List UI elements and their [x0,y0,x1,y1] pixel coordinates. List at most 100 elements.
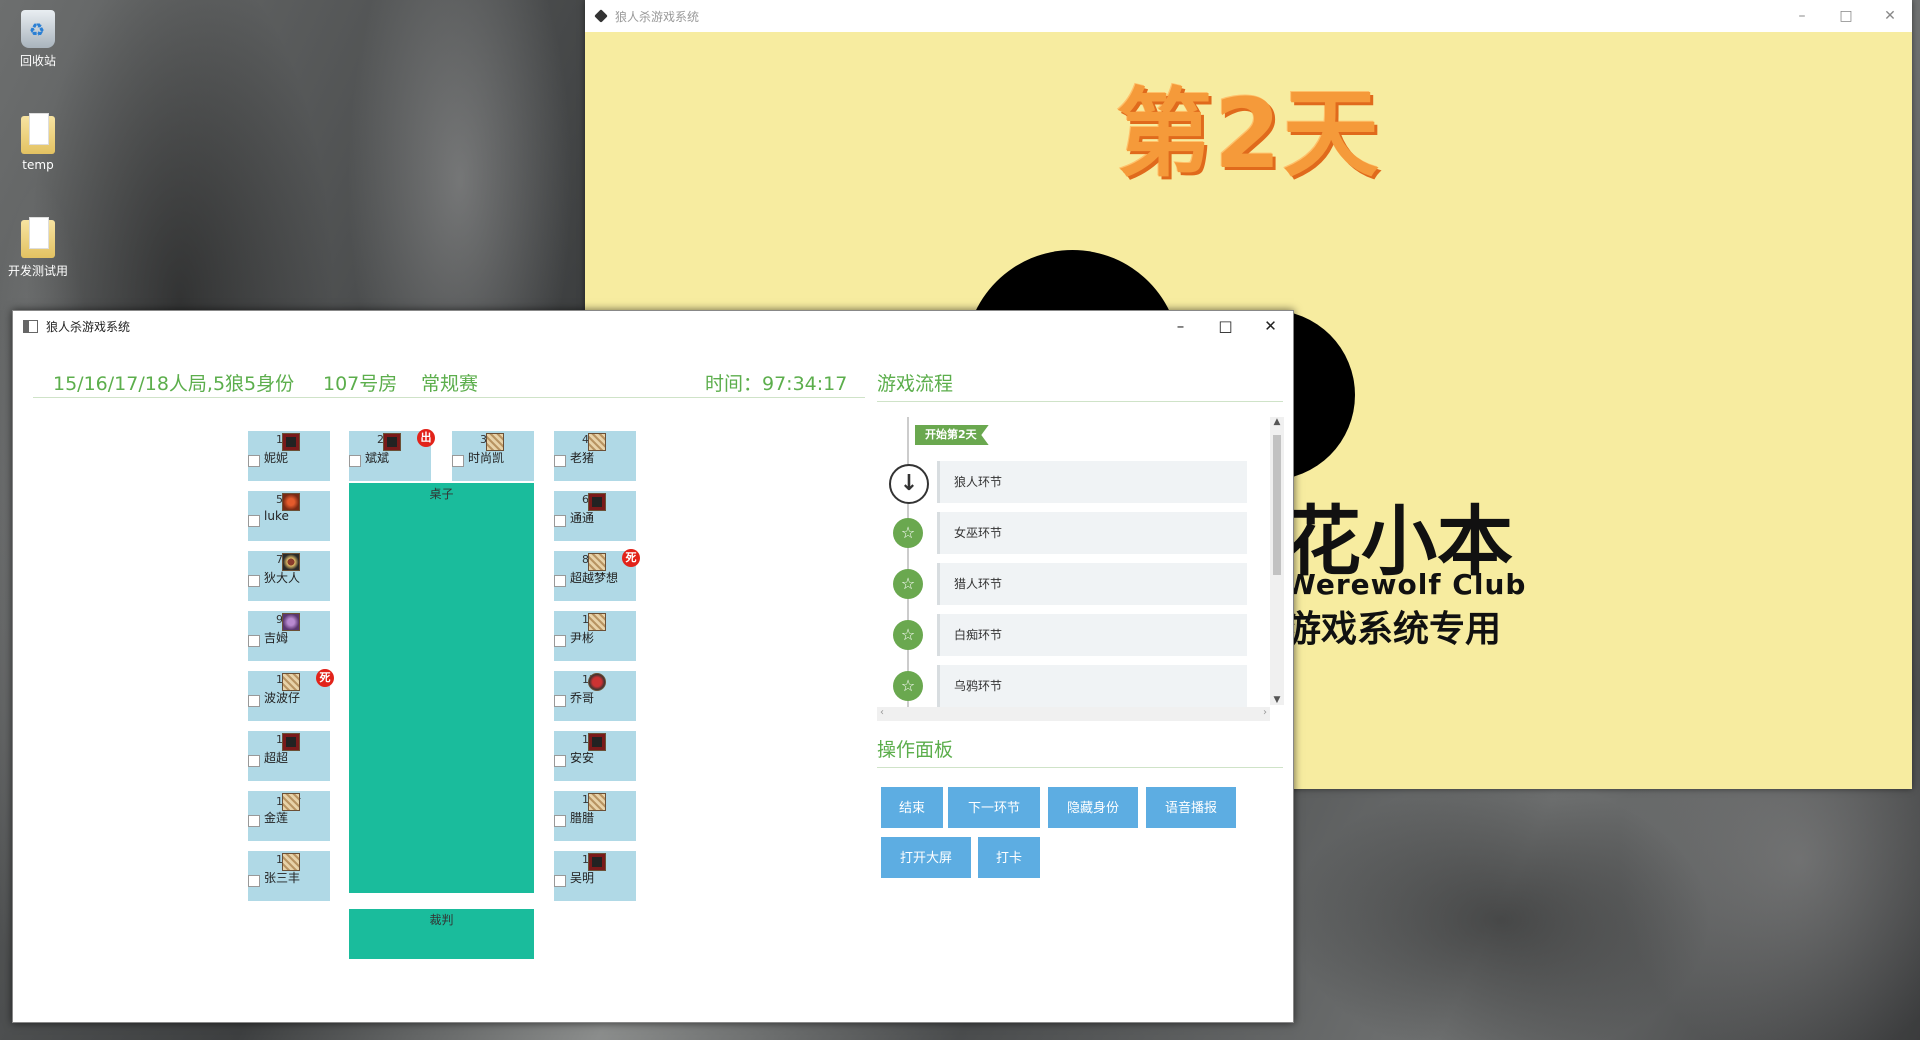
seat-6[interactable]: 6 通通 [554,491,636,541]
flow-step[interactable]: 女巫环节 [937,512,1247,554]
player-name: 狄大人 [264,571,301,585]
flow-vertical-scrollbar[interactable]: ▲ ▼ [1270,417,1284,705]
check-in-button[interactable]: 打卡 [978,837,1040,878]
voice-broadcast-button[interactable]: 语音播报 [1146,787,1236,828]
minimize-button[interactable]: – [1780,8,1824,24]
end-button[interactable]: 结束 [881,787,943,828]
seat-5[interactable]: 5 luke [248,491,330,541]
scroll-down-arrow[interactable]: ▼ [1270,695,1284,705]
main-window-title: 狼人杀游戏系统 [46,319,131,334]
game-timer: 时间：97:34:17 [705,373,848,395]
seat-11[interactable]: 11波波仔死 [248,669,334,721]
folder-icon [21,113,55,154]
status-badge: 死 [622,549,640,567]
flow-divider [877,401,1283,402]
desktop-icon-recycle-bin[interactable]: 回收站 [3,10,73,69]
seat-4[interactable]: 4 老猪 [554,431,636,481]
seat-9[interactable]: 9 吉姆 [248,611,330,661]
player-name: 超越梦想 [570,571,619,585]
seat-status-icon [554,755,566,767]
player-name: 腊腊 [570,811,595,825]
flow-step[interactable]: 猎人环节 [937,563,1247,605]
star-icon: ☆ [893,518,923,548]
player-name: 时尚凯 [468,451,505,465]
desktop-icon-temp[interactable]: temp [3,113,73,172]
maximize-button[interactable]: □ [1203,317,1248,335]
judge-label: 裁判 [429,913,454,927]
seat-status-icon [248,515,260,527]
seat-status-icon [248,755,260,767]
desktop-icon-dev-test[interactable]: 开发测试用 [3,217,73,279]
seat-18[interactable]: 18吴明 [554,851,636,901]
desktop-icon-label: temp [22,158,54,172]
close-button[interactable]: ✕ [1868,8,1912,24]
main-window: 狼人杀游戏系统 – □ ✕ 15/16/17/18人局,5狼5身份 107号房 … [12,310,1294,1023]
day-start-banner: 开始第2天 [915,425,989,445]
player-name: 波波仔 [264,691,301,705]
flow-step[interactable]: 乌鸦环节 [937,665,1247,707]
seat-16[interactable]: 16腊腊 [554,791,636,841]
desktop-icon-label: 开发测试用 [7,264,68,278]
flow-horizontal-scrollbar[interactable]: ‹ › [877,707,1270,721]
player-name: 张三丰 [264,871,301,885]
logo-subtitle: Werewolf Club [1285,568,1527,601]
player-name: 妮妮 [264,451,289,465]
seat-14[interactable]: 14安安 [554,731,636,781]
status-badge: 死 [316,669,334,687]
seat-2[interactable]: 2 斌斌出 [349,429,435,481]
app-icon [23,319,38,333]
seat-3[interactable]: 3 时尚凯 [452,431,534,481]
player-name: 乔哥 [570,691,595,705]
seat-status-icon [248,695,260,707]
player-name: 吴明 [570,871,595,885]
flow-step[interactable]: 狼人环节 [937,461,1247,503]
folder-icon [21,217,55,258]
app-icon [594,9,608,23]
ops-divider [877,767,1283,768]
player-name: 通通 [570,511,595,525]
seat-10[interactable]: 10尹彬 [554,611,636,661]
seat-13[interactable]: 13超超 [248,731,330,781]
maximize-button[interactable]: □ [1824,8,1868,24]
seat-12[interactable]: 12乔哥 [554,671,636,721]
desktop-icon-label: 回收站 [19,54,56,68]
seat-status-icon [554,515,566,527]
hide-identity-button[interactable]: 隐藏身份 [1048,787,1138,828]
main-titlebar[interactable]: 狼人杀游戏系统 – □ ✕ [13,311,1293,341]
judge-area: 裁判 [349,909,534,959]
match-type: 常规赛 [421,373,479,395]
seat-status-icon [248,635,260,647]
big-screen-titlebar[interactable]: 狼人杀游戏系统 – □ ✕ [585,0,1912,32]
flow-step[interactable]: 白痴环节 [937,614,1247,656]
seat-17[interactable]: 17张三丰 [248,851,330,901]
player-name: luke [264,509,289,523]
table-label: 桌子 [429,487,454,501]
scroll-thumb[interactable] [1273,435,1281,575]
arrow-down-icon: ↓ [889,464,929,504]
seat-15[interactable]: 15村金莲 [248,791,330,841]
next-step-button[interactable]: 下一环节 [948,787,1040,828]
logo-tagline: 游戏系统专用 [1285,609,1502,650]
seat-status-icon [554,455,566,467]
scroll-up-arrow[interactable]: ▲ [1270,417,1284,427]
player-name: 吉姆 [264,631,289,645]
flow-list: 开始第2天 ↓ 狼人环节 ☆ 女巫环节 ☆ 猎人环节 ☆ 白痴环节 ☆ 乌鸦环节 [877,417,1273,707]
close-button[interactable]: ✕ [1248,317,1293,335]
minimize-button[interactable]: – [1158,317,1203,335]
seat-status-icon [248,575,260,587]
player-name: 超超 [264,751,289,765]
game-mode: 15/16/17/18人局,5狼5身份 [53,373,295,395]
seat-status-icon [554,875,566,887]
seat-1[interactable]: 1 妮妮 [248,431,330,481]
open-big-screen-button[interactable]: 打开大屏 [881,837,971,878]
star-icon: ☆ [893,671,923,701]
player-name: 斌斌 [365,451,390,465]
player-name: 金莲 [264,811,289,825]
star-icon: ☆ [893,620,923,650]
seat-status-icon [554,575,566,587]
seat-8[interactable]: 8 超越梦想死 [554,549,640,601]
seat-status-icon [248,455,260,467]
scroll-left-arrow[interactable]: ‹ [880,707,884,718]
seat-7[interactable]: 7 狄大人 [248,551,330,601]
scroll-right-arrow[interactable]: › [1263,707,1267,718]
